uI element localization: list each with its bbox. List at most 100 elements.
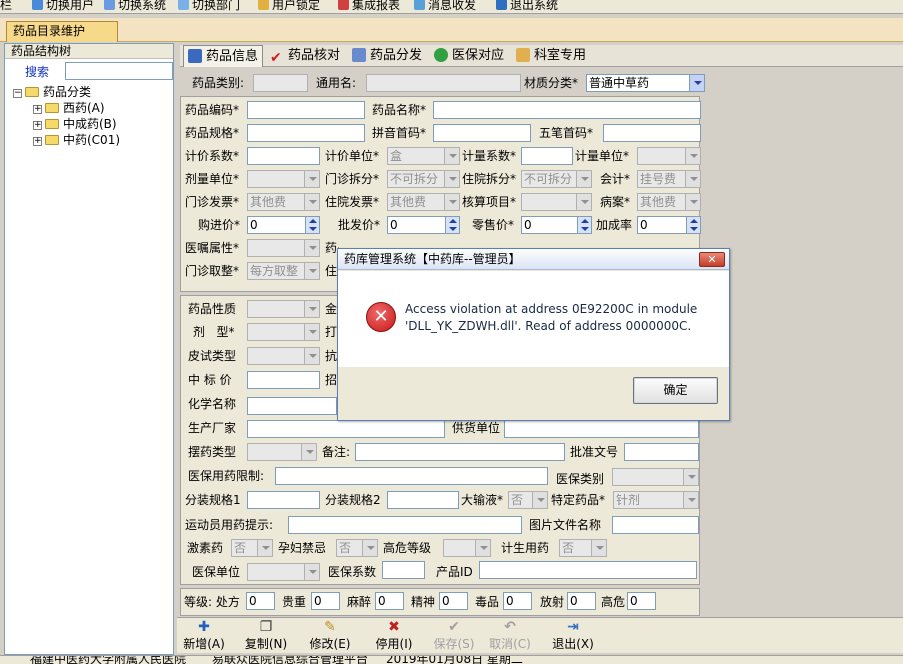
toxic-field[interactable]: 0 xyxy=(503,592,532,610)
spinner-arrows-icon[interactable] xyxy=(577,217,591,233)
accounting-select[interactable]: 挂号费 xyxy=(637,170,701,188)
spinner-arrows-icon[interactable] xyxy=(445,217,459,233)
outpatient-adjust-select[interactable]: 每方取整 xyxy=(247,262,320,280)
menu-item-switch-user[interactable]: 切换用户 xyxy=(32,0,94,13)
price-unit-select[interactable]: 盒 xyxy=(387,147,460,165)
chevron-down-icon[interactable] xyxy=(362,540,377,556)
chevron-down-icon[interactable] xyxy=(591,540,606,556)
chevron-down-icon[interactable] xyxy=(444,148,459,164)
tab-insurance-mapping[interactable]: 医保对应 xyxy=(430,45,508,67)
retail-price-spinner[interactable]: 0 xyxy=(521,216,592,234)
chevron-down-icon[interactable] xyxy=(304,240,319,256)
chevron-down-icon[interactable] xyxy=(304,171,319,187)
infusion-select[interactable]: 否 xyxy=(508,491,548,509)
gmp-select[interactable]: 否 xyxy=(559,539,607,557)
property-select[interactable] xyxy=(247,300,320,318)
chevron-down-icon[interactable] xyxy=(304,301,319,317)
disable-button[interactable]: ✖ 停用(I) xyxy=(366,620,422,652)
cancel-button[interactable]: ↶ 取消(C) xyxy=(482,620,538,652)
edit-button[interactable]: ✎ 修改(E) xyxy=(302,620,358,652)
inpatient-split-select[interactable]: 不可拆分 xyxy=(521,170,592,188)
case-select[interactable]: 其他费 xyxy=(637,193,701,211)
pinyin-field[interactable] xyxy=(433,124,531,142)
tree-node-western[interactable]: + 西药(A) xyxy=(33,100,105,116)
risk-field[interactable]: 0 xyxy=(627,592,656,610)
pregnancy-select[interactable]: 否 xyxy=(336,539,378,557)
purchase-price-spinner[interactable]: 0 xyxy=(247,216,320,234)
measure-unit-select[interactable] xyxy=(637,147,701,165)
insurance-limit-field[interactable] xyxy=(275,467,548,485)
wubi-field[interactable] xyxy=(603,124,701,142)
high-risk-select[interactable] xyxy=(443,539,491,557)
special-drug-select[interactable]: 针剂 xyxy=(613,491,699,509)
chevron-down-icon[interactable] xyxy=(304,194,319,210)
tab-department-only[interactable]: 科室专用 xyxy=(512,45,590,67)
expand-icon[interactable]: + xyxy=(33,137,42,146)
dispense-type-select[interactable] xyxy=(247,443,317,461)
menu-item-switch-department[interactable]: 切换部门 xyxy=(178,0,240,13)
insurance-unit-select[interactable] xyxy=(247,563,320,581)
chevron-down-icon[interactable] xyxy=(475,540,490,556)
price-coef-field[interactable] xyxy=(247,147,320,165)
remark-field[interactable] xyxy=(355,443,565,461)
menu-item-reports[interactable]: 集成报表 xyxy=(338,0,400,13)
chemical-name-field[interactable] xyxy=(247,397,337,415)
tab-drug-catalog[interactable]: 药品目录维护 xyxy=(6,21,118,42)
skin-test-select[interactable] xyxy=(247,347,320,365)
tab-drug-check[interactable]: ✔ 药品核对 xyxy=(266,45,344,67)
measure-coef-field[interactable] xyxy=(521,147,573,165)
copy-button[interactable]: ❐ 复制(N) xyxy=(238,620,294,652)
menu-item-switch-system[interactable]: 切换系统 xyxy=(104,0,166,13)
bid-price-field[interactable] xyxy=(247,371,320,389)
chevron-down-icon[interactable] xyxy=(444,194,459,210)
markup-spinner[interactable]: 0 xyxy=(637,216,701,234)
inpatient-invoice-select[interactable]: 其他费 xyxy=(387,193,460,211)
wholesale-price-spinner[interactable]: 0 xyxy=(387,216,460,234)
tab-drug-info[interactable]: 药品信息 xyxy=(183,45,264,67)
exit-button[interactable]: ⇥ 退出(X) xyxy=(545,620,601,652)
order-attr-select[interactable] xyxy=(247,239,320,257)
menu-item-messages[interactable]: 消息收发 xyxy=(414,0,476,13)
product-id-field[interactable] xyxy=(479,561,697,579)
save-button[interactable]: ✔ 保存(S) xyxy=(426,620,482,652)
pack-spec2-field[interactable] xyxy=(387,491,459,509)
drug-spec-field[interactable] xyxy=(247,124,365,142)
tree-search-input[interactable] xyxy=(65,62,173,80)
chevron-down-icon[interactable] xyxy=(532,492,547,508)
menu-item-user-lock[interactable]: 用户锁定 xyxy=(258,0,320,13)
athlete-field[interactable] xyxy=(288,516,522,534)
spinner-arrows-icon[interactable] xyxy=(305,217,319,233)
expand-icon[interactable]: + xyxy=(33,105,42,114)
dosage-form-select[interactable] xyxy=(247,323,320,341)
manufacturer-field[interactable] xyxy=(247,420,445,438)
chevron-down-icon[interactable] xyxy=(685,148,700,164)
precious-field[interactable]: 0 xyxy=(311,592,340,610)
chevron-down-icon[interactable] xyxy=(685,194,700,210)
outpatient-invoice-select[interactable]: 其他费 xyxy=(247,193,320,211)
ok-button[interactable]: 确定 xyxy=(633,377,718,404)
narcotic-field[interactable]: 0 xyxy=(375,592,404,610)
chevron-down-icon[interactable] xyxy=(576,171,591,187)
drug-code-field[interactable] xyxy=(247,101,365,119)
insurance-category-select[interactable] xyxy=(612,468,699,486)
chevron-down-icon[interactable] xyxy=(444,171,459,187)
chevron-down-icon[interactable] xyxy=(689,75,704,91)
tab-drug-distribution[interactable]: 药品分发 xyxy=(348,45,426,67)
expand-icon[interactable]: + xyxy=(33,121,42,130)
chevron-down-icon[interactable] xyxy=(304,263,319,279)
chevron-down-icon[interactable] xyxy=(576,194,591,210)
outpatient-split-select[interactable]: 不可拆分 xyxy=(387,170,460,188)
rx-grade-field[interactable]: 0 xyxy=(246,592,275,610)
chevron-down-icon[interactable] xyxy=(301,444,316,460)
chevron-down-icon[interactable] xyxy=(683,469,698,485)
menu-item-partial[interactable]: 栏 xyxy=(0,0,12,13)
psych-field[interactable]: 0 xyxy=(439,592,468,610)
chevron-down-icon[interactable] xyxy=(304,348,319,364)
image-file-field[interactable] xyxy=(612,516,699,534)
radio-field[interactable]: 0 xyxy=(567,592,596,610)
chevron-down-icon[interactable] xyxy=(304,324,319,340)
tree-node-root[interactable]: − 药品分类 xyxy=(13,84,91,100)
add-button[interactable]: ✚ 新增(A) xyxy=(176,620,232,652)
drug-name-field[interactable] xyxy=(433,101,701,119)
approval-field[interactable] xyxy=(624,443,699,461)
